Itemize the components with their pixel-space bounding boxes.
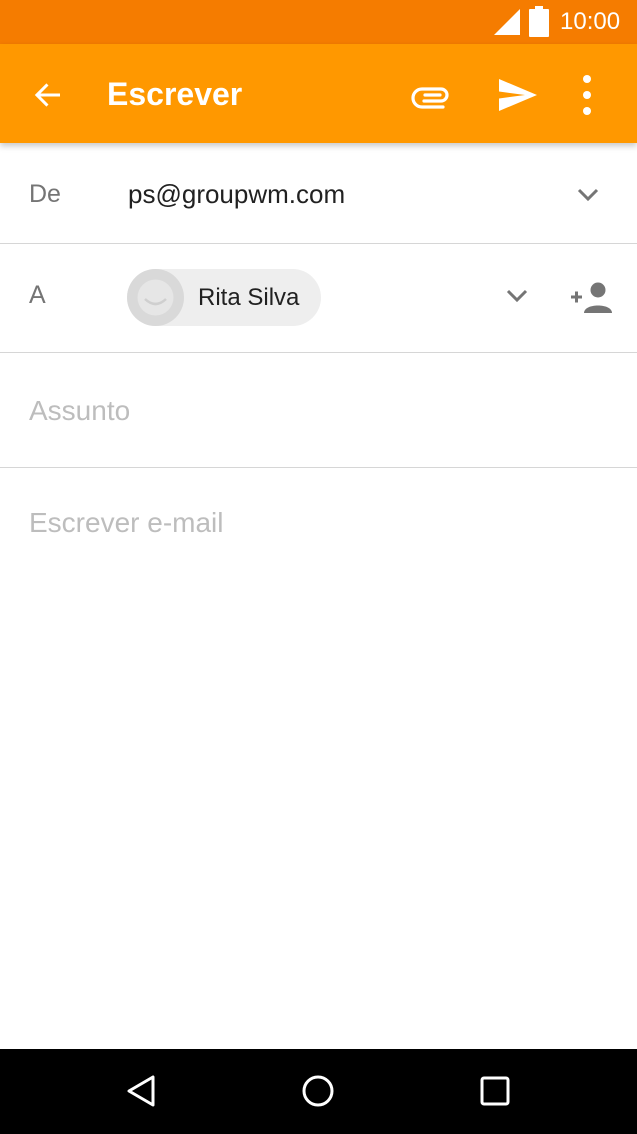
- battery-icon: [529, 6, 549, 37]
- send-icon[interactable]: [495, 75, 539, 115]
- back-triangle-icon[interactable]: [124, 1073, 158, 1109]
- status-bar: 10:00: [0, 0, 637, 44]
- avatar-face-icon: [137, 279, 174, 316]
- add-contact-icon[interactable]: [569, 281, 615, 315]
- recents-square-icon[interactable]: [479, 1075, 511, 1107]
- to-label: A: [29, 281, 46, 309]
- from-label: De: [29, 180, 61, 208]
- from-account[interactable]: ps@groupwm.com: [128, 179, 345, 209]
- system-nav-bar: [0, 1049, 637, 1134]
- status-time: 10:00: [560, 8, 621, 35]
- compose-screen: 10:00 Escrever De ps@groupwm.com A Rita …: [0, 0, 637, 1134]
- attach-icon[interactable]: [410, 77, 454, 113]
- recipient-name: Rita Silva: [198, 284, 300, 311]
- more-vert-icon[interactable]: [577, 74, 597, 116]
- subject-input[interactable]: [29, 393, 609, 429]
- from-row[interactable]: De ps@groupwm.com: [0, 143, 637, 244]
- recipient-chip[interactable]: Rita Silva: [127, 269, 321, 326]
- back-arrow-icon[interactable]: [30, 77, 66, 113]
- to-row[interactable]: A Rita Silva: [0, 244, 637, 353]
- chevron-down-icon[interactable]: [503, 286, 531, 306]
- signal-icon: [494, 9, 520, 35]
- page-title: Escrever: [107, 76, 243, 112]
- app-bar: Escrever: [0, 44, 637, 143]
- avatar: [127, 269, 184, 326]
- chevron-down-icon[interactable]: [574, 185, 602, 205]
- home-circle-icon[interactable]: [300, 1073, 336, 1109]
- subject-row: [0, 353, 637, 468]
- email-body-input[interactable]: [29, 505, 609, 1025]
